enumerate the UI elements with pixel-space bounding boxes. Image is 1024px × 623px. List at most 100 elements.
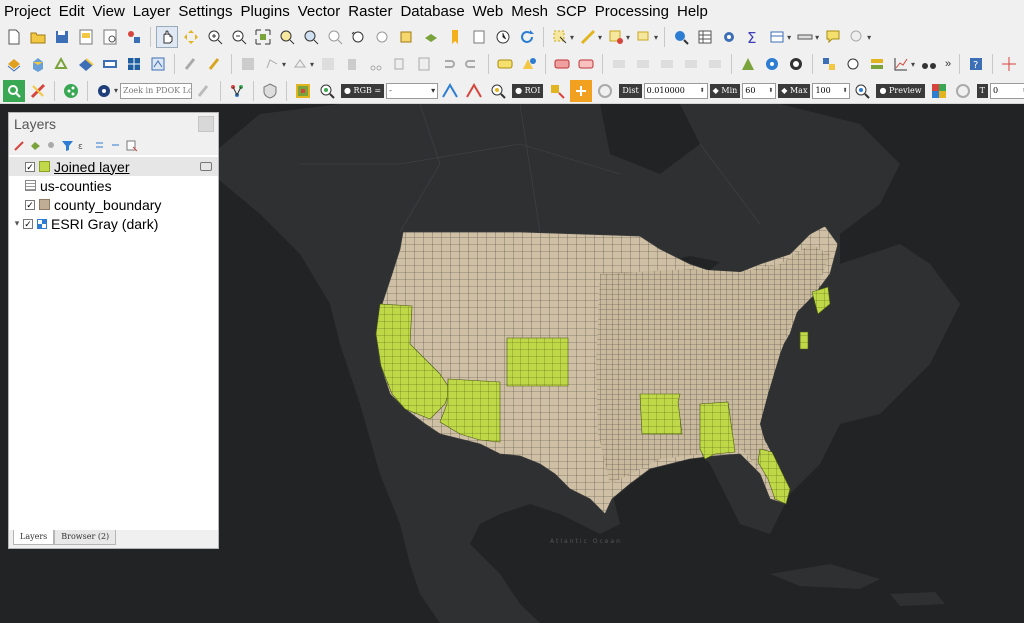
refresh-icon[interactable] bbox=[516, 26, 538, 48]
zoom-native-icon[interactable] bbox=[324, 26, 346, 48]
layout-manager-icon[interactable] bbox=[99, 26, 121, 48]
collapse-all-icon[interactable] bbox=[109, 139, 122, 152]
crosshair-icon[interactable] bbox=[998, 53, 1020, 75]
scp-shield-icon[interactable] bbox=[259, 80, 281, 102]
chevron-down-icon[interactable]: ▾ bbox=[310, 60, 314, 69]
text-annotation-icon[interactable] bbox=[846, 26, 868, 48]
pan-to-selection-icon[interactable] bbox=[180, 26, 202, 48]
scp-download-icon[interactable] bbox=[761, 53, 783, 75]
highlight-pinned-icon[interactable] bbox=[575, 53, 597, 75]
spin-arrows-icon[interactable]: ⬍ bbox=[842, 84, 847, 98]
modify-attributes-icon[interactable] bbox=[317, 53, 339, 75]
toolbox-icon[interactable] bbox=[718, 26, 740, 48]
add-delimited-text-icon[interactable] bbox=[99, 53, 121, 75]
menu-database[interactable]: Database bbox=[396, 0, 468, 24]
redo-preview-icon[interactable] bbox=[952, 80, 974, 102]
vertex-tool-icon[interactable] bbox=[289, 53, 311, 75]
statistics-sigma-icon[interactable]: Σ bbox=[742, 26, 764, 48]
filter-legend-icon[interactable] bbox=[61, 139, 74, 152]
zoom-in-icon[interactable] bbox=[204, 26, 226, 48]
chevron-down-icon[interactable]: ▾ bbox=[911, 60, 915, 69]
scp-network-icon[interactable] bbox=[226, 80, 248, 102]
measure-line-icon[interactable] bbox=[794, 26, 816, 48]
spin-arrows-icon[interactable]: ⬍ bbox=[700, 84, 705, 98]
scp-tool-icon[interactable] bbox=[27, 80, 49, 102]
classification-preview-icon[interactable] bbox=[928, 80, 950, 102]
expand-all-icon[interactable] bbox=[93, 139, 106, 152]
style-manager-icon[interactable] bbox=[123, 26, 145, 48]
zoom-last-icon[interactable] bbox=[348, 26, 370, 48]
menu-view[interactable]: View bbox=[89, 0, 129, 24]
zoom-layer-icon[interactable] bbox=[300, 26, 322, 48]
identify-features-icon[interactable] bbox=[670, 26, 692, 48]
help-icon[interactable]: ? bbox=[965, 53, 987, 75]
menu-help[interactable]: Help bbox=[673, 0, 712, 24]
select-by-value-icon[interactable] bbox=[577, 26, 599, 48]
new-map-view-icon[interactable] bbox=[396, 26, 418, 48]
layer-visibility-checkbox[interactable]: ✓ bbox=[25, 199, 35, 210]
menu-project[interactable]: Project bbox=[0, 0, 55, 24]
new-geopackage-icon[interactable] bbox=[27, 53, 49, 75]
clear-search-icon[interactable] bbox=[193, 80, 215, 102]
menu-raster[interactable]: Raster bbox=[344, 0, 396, 24]
layer-row-esri-gray-dark[interactable]: ▾ ✓ ESRI Gray (dark) bbox=[9, 214, 218, 233]
cut-features-icon[interactable] bbox=[365, 53, 387, 75]
toggle-editing-icon[interactable] bbox=[204, 53, 226, 75]
remove-layer-icon[interactable] bbox=[125, 139, 138, 152]
local-std-stretch-icon[interactable] bbox=[463, 80, 485, 102]
new-print-layout-icon[interactable] bbox=[75, 26, 97, 48]
share-icon[interactable] bbox=[60, 80, 82, 102]
undo-icon[interactable] bbox=[437, 53, 459, 75]
tab-layers[interactable]: Layers bbox=[13, 530, 55, 545]
menu-edit[interactable]: Edit bbox=[55, 0, 89, 24]
open-attribute-table-icon[interactable] bbox=[694, 26, 716, 48]
scp-search-icon[interactable] bbox=[3, 79, 25, 102]
add-vector-layer-icon[interactable] bbox=[51, 53, 73, 75]
layer-symbol-swatch[interactable] bbox=[39, 199, 50, 210]
scp-zoom-preview-icon[interactable] bbox=[851, 80, 873, 102]
max-input[interactable]: 100 ⬍ bbox=[812, 82, 851, 99]
pdok-search-input[interactable]: Zoek in PDOK Loc··· bbox=[120, 82, 193, 99]
panel-float-button[interactable] bbox=[198, 116, 214, 132]
label-tool-icon[interactable] bbox=[494, 53, 516, 75]
manage-map-themes-icon[interactable] bbox=[45, 139, 58, 152]
paste-features-icon[interactable] bbox=[413, 53, 435, 75]
menu-mesh[interactable]: Mesh bbox=[507, 0, 552, 24]
create-roi-icon[interactable] bbox=[546, 80, 568, 102]
table-icon[interactable] bbox=[766, 26, 788, 48]
zoom-next-icon[interactable] bbox=[372, 26, 394, 48]
rotate-label-icon[interactable] bbox=[632, 53, 654, 75]
menu-layer[interactable]: Layer bbox=[129, 0, 175, 24]
show-hide-labels-icon[interactable] bbox=[680, 53, 702, 75]
chevron-down-icon[interactable]: ▾ bbox=[282, 60, 286, 69]
redo-roi-icon[interactable] bbox=[594, 80, 616, 102]
add-roi-icon[interactable] bbox=[570, 79, 593, 102]
chevron-down-icon[interactable]: ▾ bbox=[867, 33, 871, 42]
add-wfs-layer-icon[interactable] bbox=[147, 53, 169, 75]
chevron-down-icon[interactable]: ▾ bbox=[654, 33, 658, 42]
save-edits-icon[interactable] bbox=[237, 53, 259, 75]
map-tips-icon[interactable] bbox=[822, 26, 844, 48]
layer-row-us-counties[interactable]: us-counties bbox=[9, 176, 218, 195]
scp-main-icon[interactable] bbox=[292, 80, 314, 102]
select-features-icon[interactable] bbox=[549, 26, 571, 48]
menu-vector[interactable]: Vector bbox=[294, 0, 345, 24]
chevron-down-icon[interactable]: ▾ bbox=[114, 86, 118, 95]
redo-icon[interactable] bbox=[461, 53, 483, 75]
pan-map-icon[interactable] bbox=[156, 26, 178, 48]
menu-web[interactable]: Web bbox=[469, 0, 508, 24]
stack-plugin-icon[interactable] bbox=[866, 53, 888, 75]
open-project-icon[interactable] bbox=[27, 26, 49, 48]
new-3d-view-icon[interactable] bbox=[420, 26, 442, 48]
chevron-down-icon[interactable]: ▾ bbox=[598, 33, 602, 42]
min-input[interactable]: 60 ⬍ bbox=[742, 82, 777, 99]
scp-band-set-icon[interactable] bbox=[737, 53, 759, 75]
layer-labeling-icon[interactable] bbox=[518, 53, 540, 75]
data-source-manager-icon[interactable] bbox=[3, 53, 25, 75]
temporal-controller-icon[interactable] bbox=[492, 26, 514, 48]
plugin-gear-icon[interactable] bbox=[842, 53, 864, 75]
scp-zoom-roi-icon[interactable] bbox=[487, 80, 509, 102]
move-label-icon[interactable] bbox=[608, 53, 630, 75]
local-cumulative-stretch-icon[interactable] bbox=[439, 80, 461, 102]
python-console-icon[interactable] bbox=[818, 53, 840, 75]
